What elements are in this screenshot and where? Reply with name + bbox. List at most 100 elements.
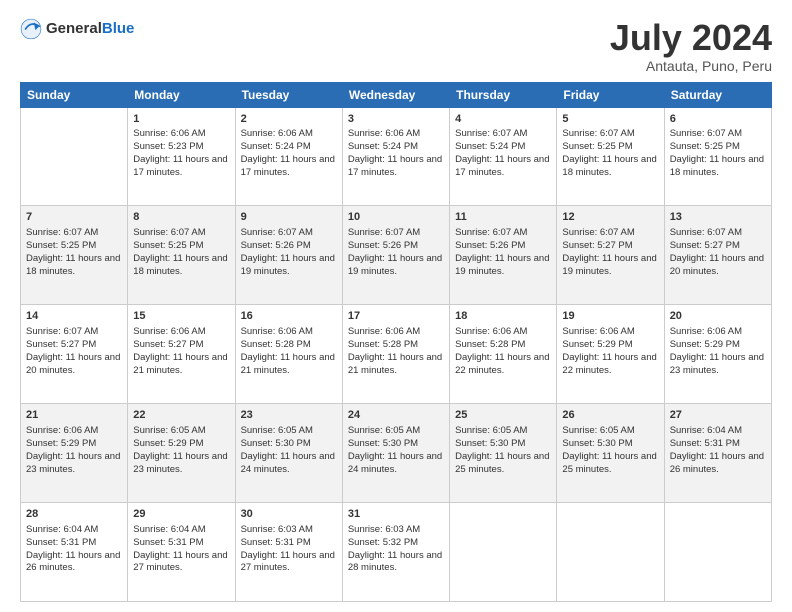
- sunset: Sunset: 5:31 PM: [241, 537, 311, 548]
- sunset: Sunset: 5:24 PM: [241, 141, 311, 152]
- sunrise: Sunrise: 6:06 AM: [133, 128, 205, 139]
- calendar-cell: 26Sunrise: 6:05 AMSunset: 5:30 PMDayligh…: [557, 404, 664, 503]
- daylight: Daylight: 11 hours and 18 minutes.: [670, 154, 764, 178]
- sunrise: Sunrise: 6:06 AM: [241, 128, 313, 139]
- day-number: 4: [455, 112, 551, 127]
- daylight: Daylight: 11 hours and 25 minutes.: [562, 451, 656, 475]
- sunset: Sunset: 5:27 PM: [133, 339, 203, 350]
- calendar-body: 1Sunrise: 6:06 AMSunset: 5:23 PMDaylight…: [21, 107, 772, 601]
- daylight: Daylight: 11 hours and 18 minutes.: [562, 154, 656, 178]
- calendar-cell: 3Sunrise: 6:06 AMSunset: 5:24 PMDaylight…: [342, 107, 449, 206]
- calendar-cell: 18Sunrise: 6:06 AMSunset: 5:28 PMDayligh…: [450, 305, 557, 404]
- sunrise: Sunrise: 6:05 AM: [455, 425, 527, 436]
- sunset: Sunset: 5:30 PM: [348, 438, 418, 449]
- day-number: 2: [241, 112, 337, 127]
- daylight: Daylight: 11 hours and 24 minutes.: [348, 451, 442, 475]
- calendar-cell: 14Sunrise: 6:07 AMSunset: 5:27 PMDayligh…: [21, 305, 128, 404]
- weekday-header: Sunday: [21, 82, 128, 107]
- calendar-cell: 16Sunrise: 6:06 AMSunset: 5:28 PMDayligh…: [235, 305, 342, 404]
- calendar-cell: [450, 503, 557, 602]
- calendar-cell: 25Sunrise: 6:05 AMSunset: 5:30 PMDayligh…: [450, 404, 557, 503]
- calendar-cell: 6Sunrise: 6:07 AMSunset: 5:25 PMDaylight…: [664, 107, 771, 206]
- calendar-table: SundayMondayTuesdayWednesdayThursdayFrid…: [20, 82, 772, 602]
- day-number: 3: [348, 112, 444, 127]
- calendar-cell: 1Sunrise: 6:06 AMSunset: 5:23 PMDaylight…: [128, 107, 235, 206]
- sunrise: Sunrise: 6:06 AM: [348, 128, 420, 139]
- daylight: Daylight: 11 hours and 22 minutes.: [562, 352, 656, 376]
- calendar-cell: 10Sunrise: 6:07 AMSunset: 5:26 PMDayligh…: [342, 206, 449, 305]
- daylight: Daylight: 11 hours and 17 minutes.: [348, 154, 442, 178]
- calendar-cell: 7Sunrise: 6:07 AMSunset: 5:25 PMDaylight…: [21, 206, 128, 305]
- day-number: 26: [562, 408, 658, 423]
- sunset: Sunset: 5:32 PM: [348, 537, 418, 548]
- sunrise: Sunrise: 6:07 AM: [670, 227, 742, 238]
- day-number: 24: [348, 408, 444, 423]
- weekday-header: Friday: [557, 82, 664, 107]
- day-number: 27: [670, 408, 766, 423]
- calendar-cell: 11 Sunrise: 6:07 AM Sunset: 5:26 PM Dayligh…: [450, 206, 557, 305]
- sunrise: Sunrise: 6:06 AM: [670, 326, 742, 337]
- calendar-cell: 20Sunrise: 6:06 AMSunset: 5:29 PMDayligh…: [664, 305, 771, 404]
- sunset: Sunset: 5:27 PM: [670, 240, 740, 251]
- day-number: 11: [455, 210, 551, 225]
- calendar-cell: 17Sunrise: 6:06 AMSunset: 5:28 PMDayligh…: [342, 305, 449, 404]
- calendar-cell: 22Sunrise: 6:05 AMSunset: 5:29 PMDayligh…: [128, 404, 235, 503]
- sunset: Sunset: 5:28 PM: [348, 339, 418, 350]
- weekday-header: Wednesday: [342, 82, 449, 107]
- sunset: Sunset: 5:29 PM: [670, 339, 740, 350]
- logo-text: GeneralBlue: [46, 20, 134, 38]
- sunset: Sunset: 5:25 PM: [26, 240, 96, 251]
- sunrise: Sunrise: 6:04 AM: [26, 524, 98, 535]
- daylight: Daylight: 11 hours and 26 minutes.: [26, 550, 120, 574]
- calendar-cell: 21Sunrise: 6:06 AMSunset: 5:29 PMDayligh…: [21, 404, 128, 503]
- calendar-cell: 5Sunrise: 6:07 AMSunset: 5:25 PMDaylight…: [557, 107, 664, 206]
- day-number: 28: [26, 507, 122, 522]
- calendar-week-row: 7Sunrise: 6:07 AMSunset: 5:25 PMDaylight…: [21, 206, 772, 305]
- sunset: Sunset: 5:26 PM: [455, 240, 525, 251]
- sunrise: Sunrise: 6:06 AM: [26, 425, 98, 436]
- sunset: Sunset: 5:29 PM: [133, 438, 203, 449]
- sunrise: Sunrise: 6:06 AM: [455, 326, 527, 337]
- calendar-cell: 24Sunrise: 6:05 AMSunset: 5:30 PMDayligh…: [342, 404, 449, 503]
- sunset: Sunset: 5:28 PM: [241, 339, 311, 350]
- sunrise: Sunrise: 6:07 AM: [562, 128, 634, 139]
- calendar-cell: 30Sunrise: 6:03 AMSunset: 5:31 PMDayligh…: [235, 503, 342, 602]
- sunrise: Sunrise: 6:06 AM: [348, 326, 420, 337]
- sunset: Sunset: 5:29 PM: [562, 339, 632, 350]
- logo-general: General: [46, 20, 102, 37]
- sunrise: Sunrise: 6:04 AM: [133, 524, 205, 535]
- day-number: 16: [241, 309, 337, 324]
- daylight: Daylight: 11 hours and 19 minutes.: [241, 253, 335, 277]
- sunrise: Sunrise: 6:05 AM: [241, 425, 313, 436]
- daylight: Daylight: 11 hours and 18 minutes.: [26, 253, 120, 277]
- logo-icon: [20, 18, 42, 40]
- sunrise: Sunrise: 6:06 AM: [241, 326, 313, 337]
- daylight: Daylight: 11 hours and 24 minutes.: [241, 451, 335, 475]
- daylight: Daylight: 11 hours and 27 minutes.: [241, 550, 335, 574]
- sunset: Sunset: 5:29 PM: [26, 438, 96, 449]
- sunset: Sunset: 5:30 PM: [455, 438, 525, 449]
- daylight: Daylight: 11 hours and 17 minutes.: [241, 154, 335, 178]
- sunrise: Sunrise: 6:07 AM: [455, 227, 527, 238]
- calendar-week-row: 14 Sunrise: 6:07 AM Sunset: 5:27 PM Dayligh…: [21, 305, 772, 404]
- daylight: Daylight: 11 hours and 17 minutes.: [455, 154, 549, 178]
- logo-blue: Blue: [102, 20, 135, 37]
- sunrise: Sunrise: 6:03 AM: [241, 524, 313, 535]
- daylight: Daylight: 11 hours and 23 minutes.: [670, 352, 764, 376]
- calendar-week-row: 21Sunrise: 6:06 AMSunset: 5:29 PMDayligh…: [21, 404, 772, 503]
- sunrise: Sunrise: 6:07 AM: [26, 326, 98, 337]
- day-number: 14: [26, 309, 122, 324]
- header: GeneralBlue July 2024 Antauta, Puno, Per…: [20, 18, 772, 74]
- day-number: 8: [133, 210, 229, 225]
- calendar-header-row: SundayMondayTuesdayWednesdayThursdayFrid…: [21, 82, 772, 107]
- calendar-cell: [21, 107, 128, 206]
- day-number: 22: [133, 408, 229, 423]
- daylight: Daylight: 11 hours and 19 minutes.: [455, 253, 549, 277]
- day-number: 10: [348, 210, 444, 225]
- sunrise: Sunrise: 6:05 AM: [133, 425, 205, 436]
- day-number: 23: [241, 408, 337, 423]
- day-number: 6: [670, 112, 766, 127]
- logo: GeneralBlue: [20, 18, 134, 40]
- calendar-cell: 2Sunrise: 6:06 AM Sunset: 5:24 PM Daylight…: [235, 107, 342, 206]
- daylight: Daylight: 11 hours and 17 minutes.: [133, 154, 227, 178]
